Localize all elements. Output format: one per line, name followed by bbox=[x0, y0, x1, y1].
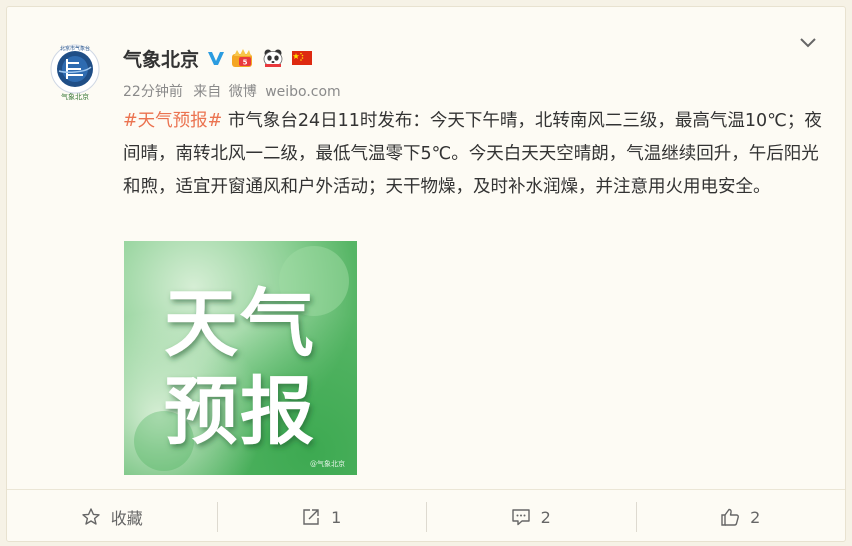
image-watermark: @气象北京 bbox=[310, 460, 345, 468]
verified-icon bbox=[208, 52, 225, 65]
post-body: 市气象台24日11时发布：今天下午晴，北转南风二三级，最高气温10℃；夜间晴，南… bbox=[123, 111, 822, 197]
weibo-post-card: 北京市气象台 气象北京 气象北京 5 22分钟前 来自 微博 weibo.com… bbox=[6, 6, 846, 542]
hashtag-link[interactable]: #天气预报# bbox=[123, 111, 222, 131]
source-domain[interactable]: weibo.com bbox=[265, 84, 341, 100]
comment-count: 2 bbox=[540, 507, 551, 527]
avatar-logo-icon: 北京市气象台 气象北京 bbox=[50, 44, 100, 101]
china-flag-icon[interactable] bbox=[291, 49, 313, 67]
star-icon bbox=[82, 508, 100, 525]
author-row: 气象北京 5 bbox=[123, 45, 313, 71]
source-prefix: 来自 bbox=[193, 84, 222, 100]
favorite-label: 收藏 bbox=[110, 509, 143, 528]
favorite-button[interactable]: 收藏 bbox=[7, 490, 217, 544]
action-bar: 收藏 1 2 2 bbox=[7, 489, 845, 544]
post-time[interactable]: 22分钟前 bbox=[123, 84, 183, 100]
member-crown-icon[interactable]: 5 bbox=[231, 48, 255, 68]
svg-text:气象北京: 气象北京 bbox=[61, 92, 89, 101]
image-title-line2: 预报 bbox=[164, 369, 316, 455]
author-name[interactable]: 气象北京 bbox=[123, 45, 199, 72]
panda-badge-icon[interactable] bbox=[261, 48, 285, 68]
post-text: #天气预报# 市气象台24日11时发布：今天下午晴，北转南风二三级，最高气温10… bbox=[123, 105, 823, 204]
image-title-line1: 天气 bbox=[164, 281, 316, 367]
like-icon bbox=[721, 508, 740, 526]
like-count: 2 bbox=[750, 507, 761, 527]
weather-forecast-image: 天气 预报 bbox=[124, 241, 357, 475]
share-icon bbox=[303, 509, 319, 525]
svg-text:北京市气象台: 北京市气象台 bbox=[60, 45, 90, 52]
repost-count: 1 bbox=[331, 507, 342, 527]
repost-button[interactable]: 1 bbox=[216, 490, 427, 544]
comment-button[interactable]: 2 bbox=[426, 490, 636, 544]
post-meta: 22分钟前 来自 微博 weibo.com bbox=[123, 81, 347, 101]
source-app[interactable]: 微博 bbox=[229, 84, 257, 100]
like-button[interactable]: 2 bbox=[635, 490, 846, 544]
chevron-down-icon[interactable] bbox=[799, 37, 817, 49]
post-image[interactable]: 天气 预报 @气象北京 bbox=[124, 241, 357, 475]
comment-icon bbox=[511, 509, 530, 526]
svg-text:5: 5 bbox=[243, 59, 248, 67]
avatar[interactable]: 北京市气象台 气象北京 bbox=[45, 41, 105, 101]
